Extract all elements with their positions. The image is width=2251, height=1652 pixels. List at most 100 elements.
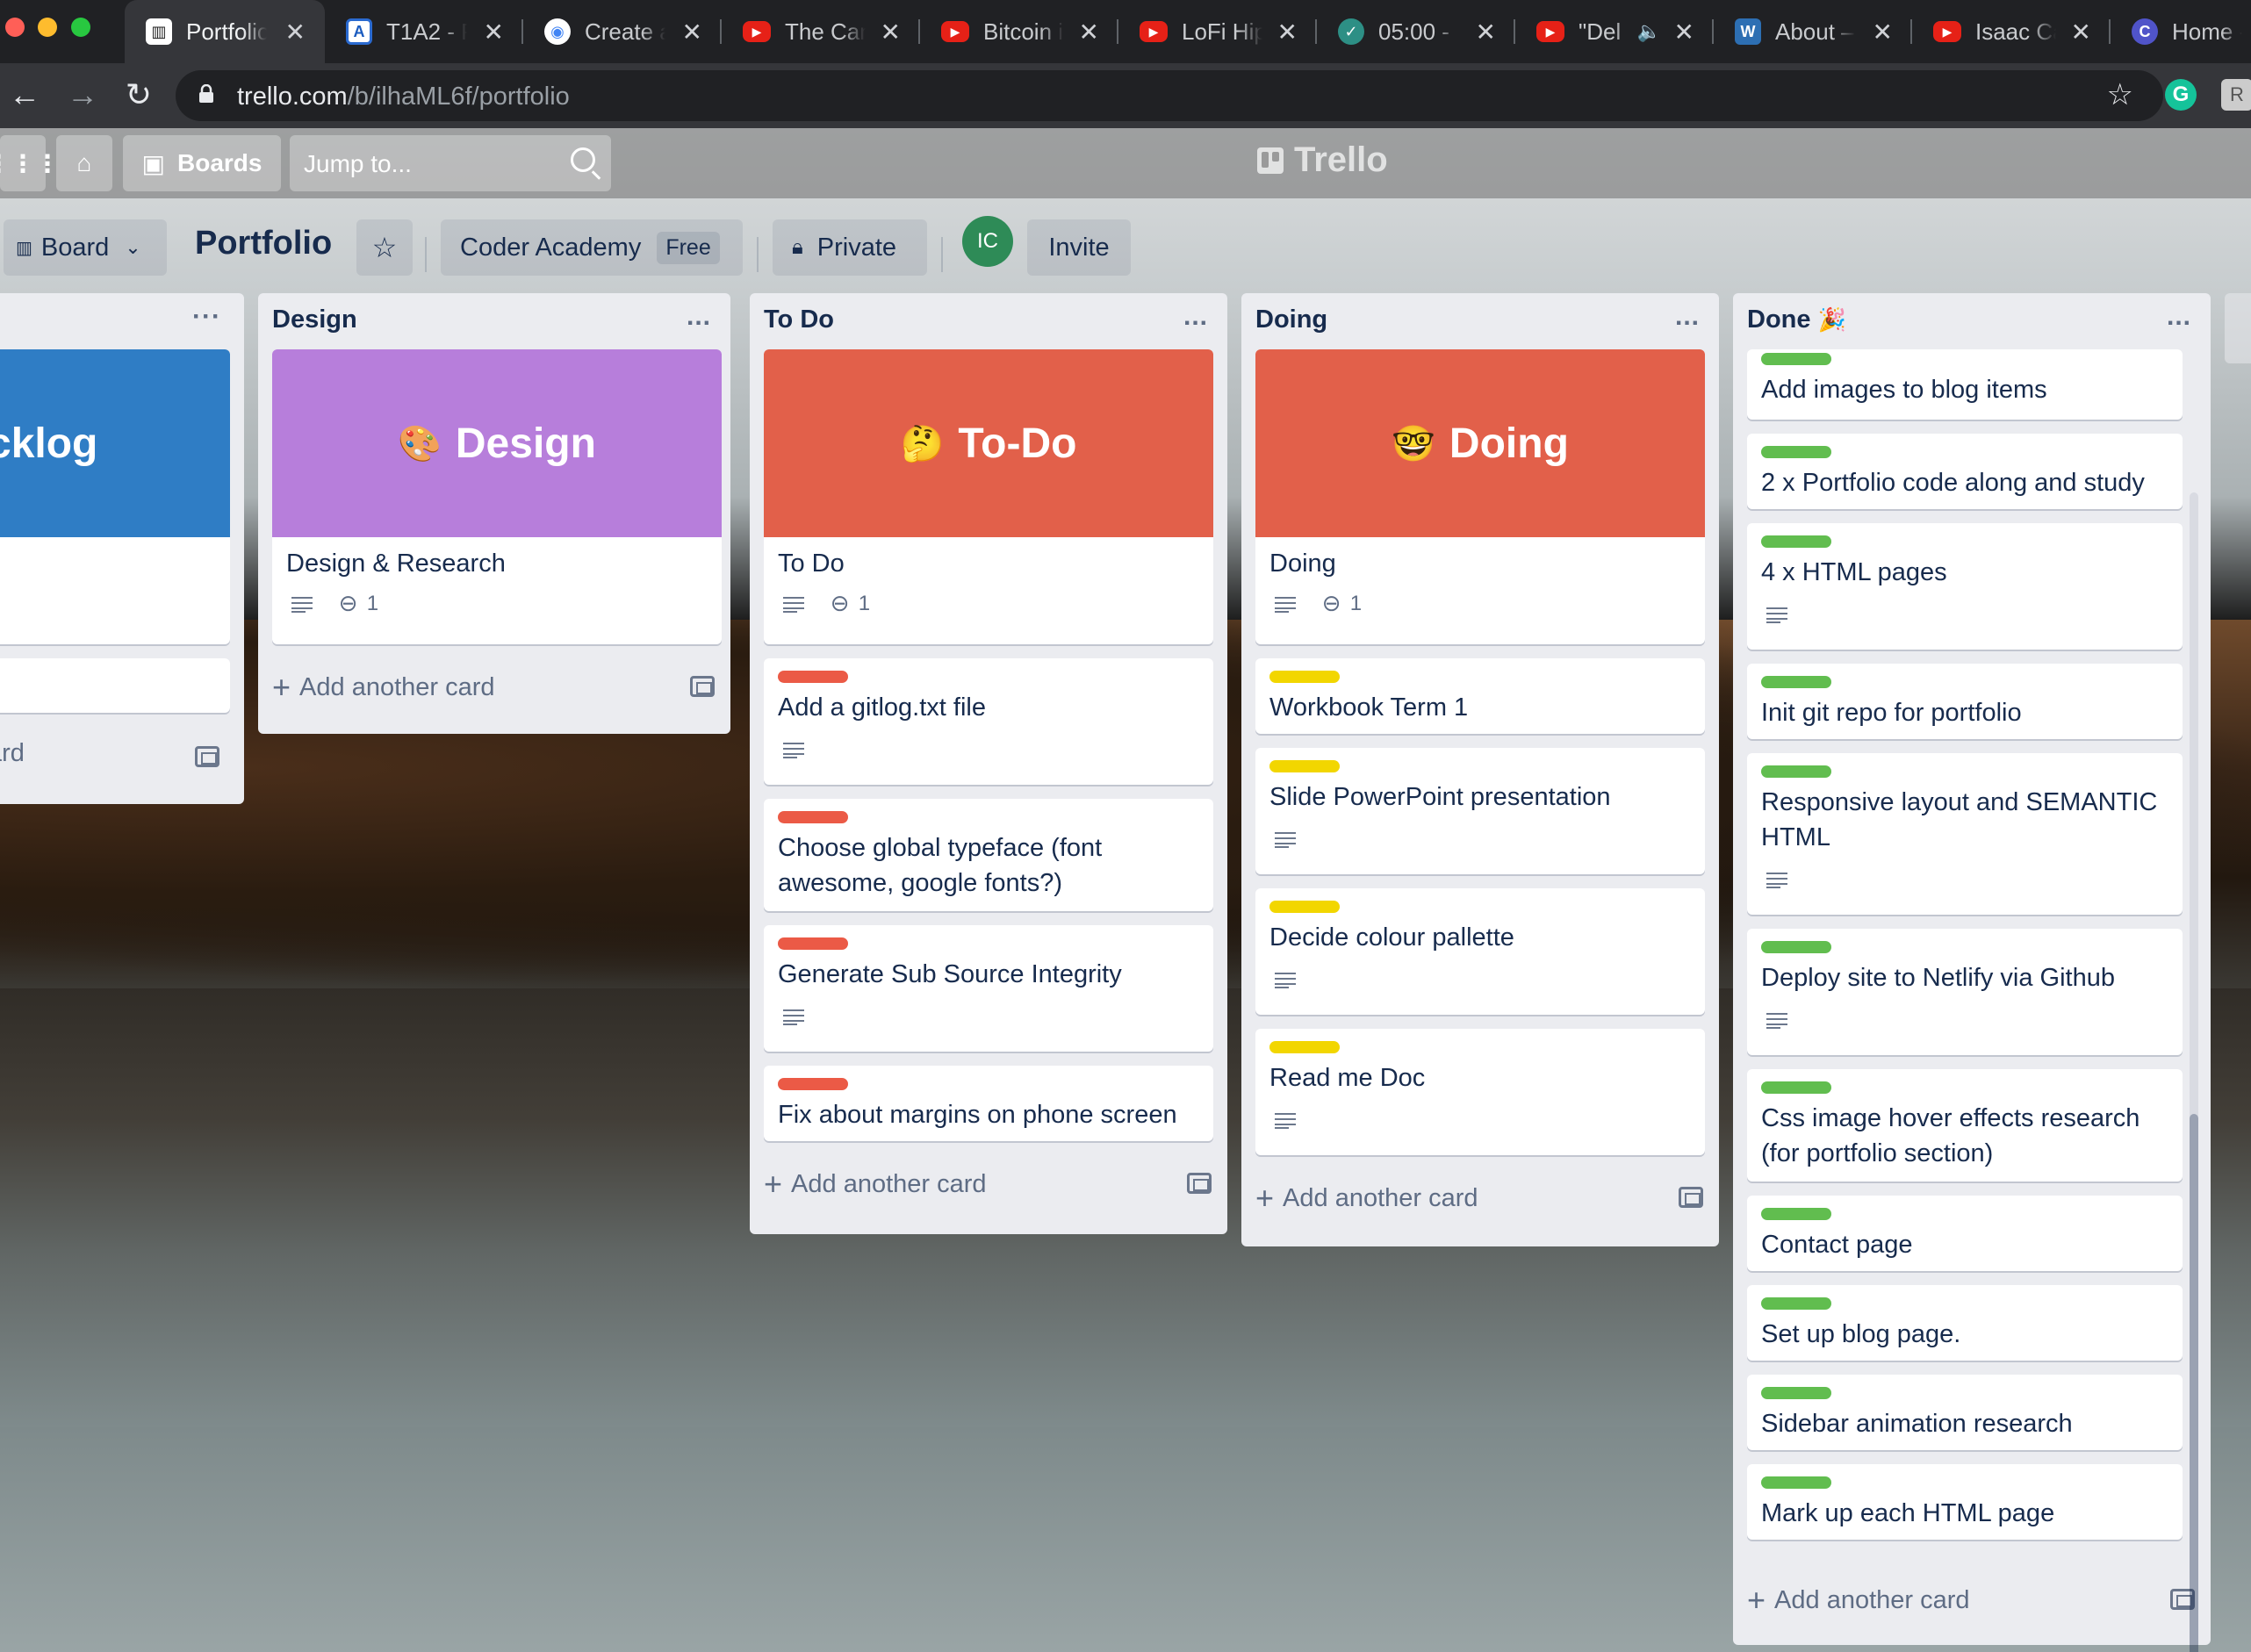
browser-tab-isaac[interactable]: ▶ Isaac Ca ✕ — [1912, 0, 2111, 63]
close-tab-icon[interactable]: ✕ — [682, 18, 702, 47]
invite-button[interactable]: Invite — [1027, 219, 1131, 276]
description-icon — [783, 597, 804, 613]
card-todo-4[interactable]: Fix about margins on phone screen — [764, 1066, 1213, 1141]
grammarly-extension-icon[interactable]: G — [2165, 79, 2197, 111]
card-doing-3[interactable]: Decide colour pallette — [1255, 888, 1705, 1015]
home-icon[interactable]: ⌂ — [56, 135, 112, 191]
boards-button[interactable]: ▣ Boards — [123, 135, 281, 191]
card-design-research[interactable]: 🎨 Design Design & Research ⊘ 1 — [272, 349, 722, 644]
youtube-icon: ▶ — [1536, 21, 1564, 42]
attachment-badge: ⊘ 1 — [1316, 587, 1362, 620]
list-menu-icon[interactable]: ... — [1675, 302, 1700, 332]
forward-arrow-icon[interactable]: → — [63, 75, 102, 114]
card-done-6[interactable]: Deploy site to Netlify via Github — [1747, 929, 2183, 1055]
bookmark-star-icon[interactable]: ☆ — [2107, 77, 2133, 112]
add-card-button[interactable]: + Add another card — [1747, 1582, 1970, 1619]
browser-tab-the-can[interactable]: ▶ The Can ✕ — [722, 0, 920, 63]
browser-tab-create[interactable]: ◉ Create a ✕ — [523, 0, 722, 63]
maximize-window-button[interactable] — [71, 18, 90, 37]
list-menu-icon[interactable]: ... — [2167, 302, 2191, 332]
close-tab-icon[interactable]: ✕ — [1476, 18, 1496, 47]
add-card-button[interactable]: + Add another card — [1255, 1180, 1478, 1217]
list-title[interactable]: To Do — [764, 305, 834, 334]
avatar[interactable]: IC — [962, 216, 1013, 267]
close-tab-icon[interactable]: ✕ — [1277, 18, 1298, 47]
close-tab-icon[interactable]: ✕ — [2071, 18, 2091, 47]
card-todo-1[interactable]: Add a gitlog.txt file — [764, 658, 1213, 785]
browser-tab-lofi[interactable]: ▶ LoFi Hip ✕ — [1118, 0, 1317, 63]
card-doing-4[interactable]: Read me Doc — [1255, 1029, 1705, 1155]
label-green — [1761, 1297, 1831, 1310]
card-done-8[interactable]: Contact page — [1747, 1196, 2183, 1271]
list-scrollbar-thumb[interactable] — [2190, 1114, 2198, 1652]
card-backlog-cover[interactable]: cklog — [0, 349, 230, 644]
card-done-1[interactable]: Add images to blog items — [1747, 349, 2183, 420]
back-arrow-icon[interactable]: ← — [5, 75, 44, 114]
boards-label: Boards — [177, 149, 262, 176]
card-done-4[interactable]: Init git repo for portfolio — [1747, 664, 2183, 739]
card-todo-cover[interactable]: 🤔 To-Do To Do ⊘ 1 — [764, 349, 1213, 644]
add-card-button[interactable]: + Add another card — [764, 1166, 987, 1203]
list-menu-icon[interactable]: ... — [687, 302, 711, 332]
add-card-button[interactable]: ard — [0, 739, 25, 768]
close-window-button[interactable] — [5, 18, 25, 37]
card-done-7[interactable]: Css image hover effects research (for po… — [1747, 1069, 2183, 1182]
list-menu-icon[interactable]: ... — [1183, 302, 1208, 332]
browser-tab-portfolio[interactable]: ▥ Portfolio ✕ — [125, 0, 325, 63]
card-doing-2[interactable]: Slide PowerPoint presentation — [1255, 748, 1705, 874]
browser-tab-timer[interactable]: ✓ 05:00 - ✕ — [1317, 0, 1515, 63]
add-card-button[interactable]: + Add another card — [272, 669, 495, 706]
address-bar[interactable]: trello.com/b/ilhaML6f/portfolio ☆ — [176, 70, 2163, 121]
lock-icon: 🔒︎ — [792, 235, 803, 259]
card-done-10[interactable]: Sidebar animation research — [1747, 1375, 2183, 1450]
wordpress-icon: W — [1735, 18, 1761, 45]
board-title[interactable]: Portfolio — [195, 225, 332, 262]
card-done-9[interactable]: Set up blog page. — [1747, 1285, 2183, 1361]
list-title[interactable]: Done 🎉 — [1747, 305, 1846, 334]
list-title[interactable]: Doing — [1255, 305, 1327, 334]
close-tab-icon[interactable]: ✕ — [1079, 18, 1099, 47]
card-doing-1[interactable]: Workbook Term 1 — [1255, 658, 1705, 734]
browser-tab-del[interactable]: ▶ "Del 🔈 ✕ — [1515, 0, 1714, 63]
card-todo-2[interactable]: Choose global typeface (font awesome, go… — [764, 799, 1213, 911]
list-title[interactable]: Design — [272, 305, 357, 334]
browser-tab-about[interactable]: W About – ✕ — [1714, 0, 1912, 63]
card-backlog[interactable] — [0, 658, 230, 713]
reload-icon[interactable]: ↻ — [119, 75, 158, 114]
card-template-icon[interactable] — [690, 676, 715, 697]
browser-tab-t1a2[interactable]: A T1A2 - P ✕ — [325, 0, 523, 63]
extension-icon[interactable]: R — [2221, 79, 2251, 111]
card-template-icon[interactable] — [1187, 1173, 1212, 1194]
card-title: Mark up each HTML page — [1761, 1499, 2055, 1527]
add-card-label: ard — [0, 739, 25, 767]
card-done-2[interactable]: 2 x Portfolio code along and study — [1747, 434, 2183, 509]
tab-title: "Del — [1579, 18, 1622, 45]
card-doing-cover[interactable]: 🤓 Doing Doing ⊘ 1 — [1255, 349, 1705, 644]
trello-logo[interactable]: Trello — [1257, 140, 1388, 180]
star-board-icon[interactable]: ☆ — [356, 219, 413, 276]
close-tab-icon[interactable]: ✕ — [1674, 18, 1694, 47]
browser-tab-bitcoin[interactable]: ▶ Bitcoin is ✕ — [920, 0, 1118, 63]
close-tab-icon[interactable]: ✕ — [285, 18, 306, 47]
nerd-face-icon: 🤓 — [1392, 424, 1435, 463]
card-done-11[interactable]: Mark up each HTML page — [1747, 1464, 2183, 1540]
minimize-window-button[interactable] — [38, 18, 57, 37]
board-view-switcher[interactable]: ▥ Board ⌄ — [4, 219, 167, 276]
card-todo-3[interactable]: Generate Sub Source Integrity — [764, 925, 1213, 1052]
speaker-icon[interactable]: 🔈 — [1637, 20, 1661, 43]
visibility-button[interactable]: 🔒︎ Private — [773, 219, 927, 276]
browser-tab-home[interactable]: C Home - — [2111, 0, 2251, 63]
jump-to-search-input[interactable]: Jump to... — [290, 135, 611, 191]
close-tab-icon[interactable]: ✕ — [1873, 18, 1893, 47]
card-template-icon[interactable] — [195, 746, 219, 767]
add-card-label: Add another card — [791, 1169, 987, 1198]
close-tab-icon[interactable]: ✕ — [881, 18, 901, 47]
add-list-edge[interactable] — [2225, 293, 2251, 363]
list-menu-icon[interactable]: ··· — [192, 302, 221, 332]
card-done-3[interactable]: 4 x HTML pages — [1747, 523, 2183, 650]
apps-grid-icon[interactable]: ⋮⋮⋮ — [0, 135, 60, 191]
team-button[interactable]: Coder Academy Free — [441, 219, 743, 276]
card-done-5[interactable]: Responsive layout and SEMANTIC HTML — [1747, 753, 2183, 915]
card-template-icon[interactable] — [1679, 1187, 1703, 1208]
close-tab-icon[interactable]: ✕ — [484, 18, 504, 47]
